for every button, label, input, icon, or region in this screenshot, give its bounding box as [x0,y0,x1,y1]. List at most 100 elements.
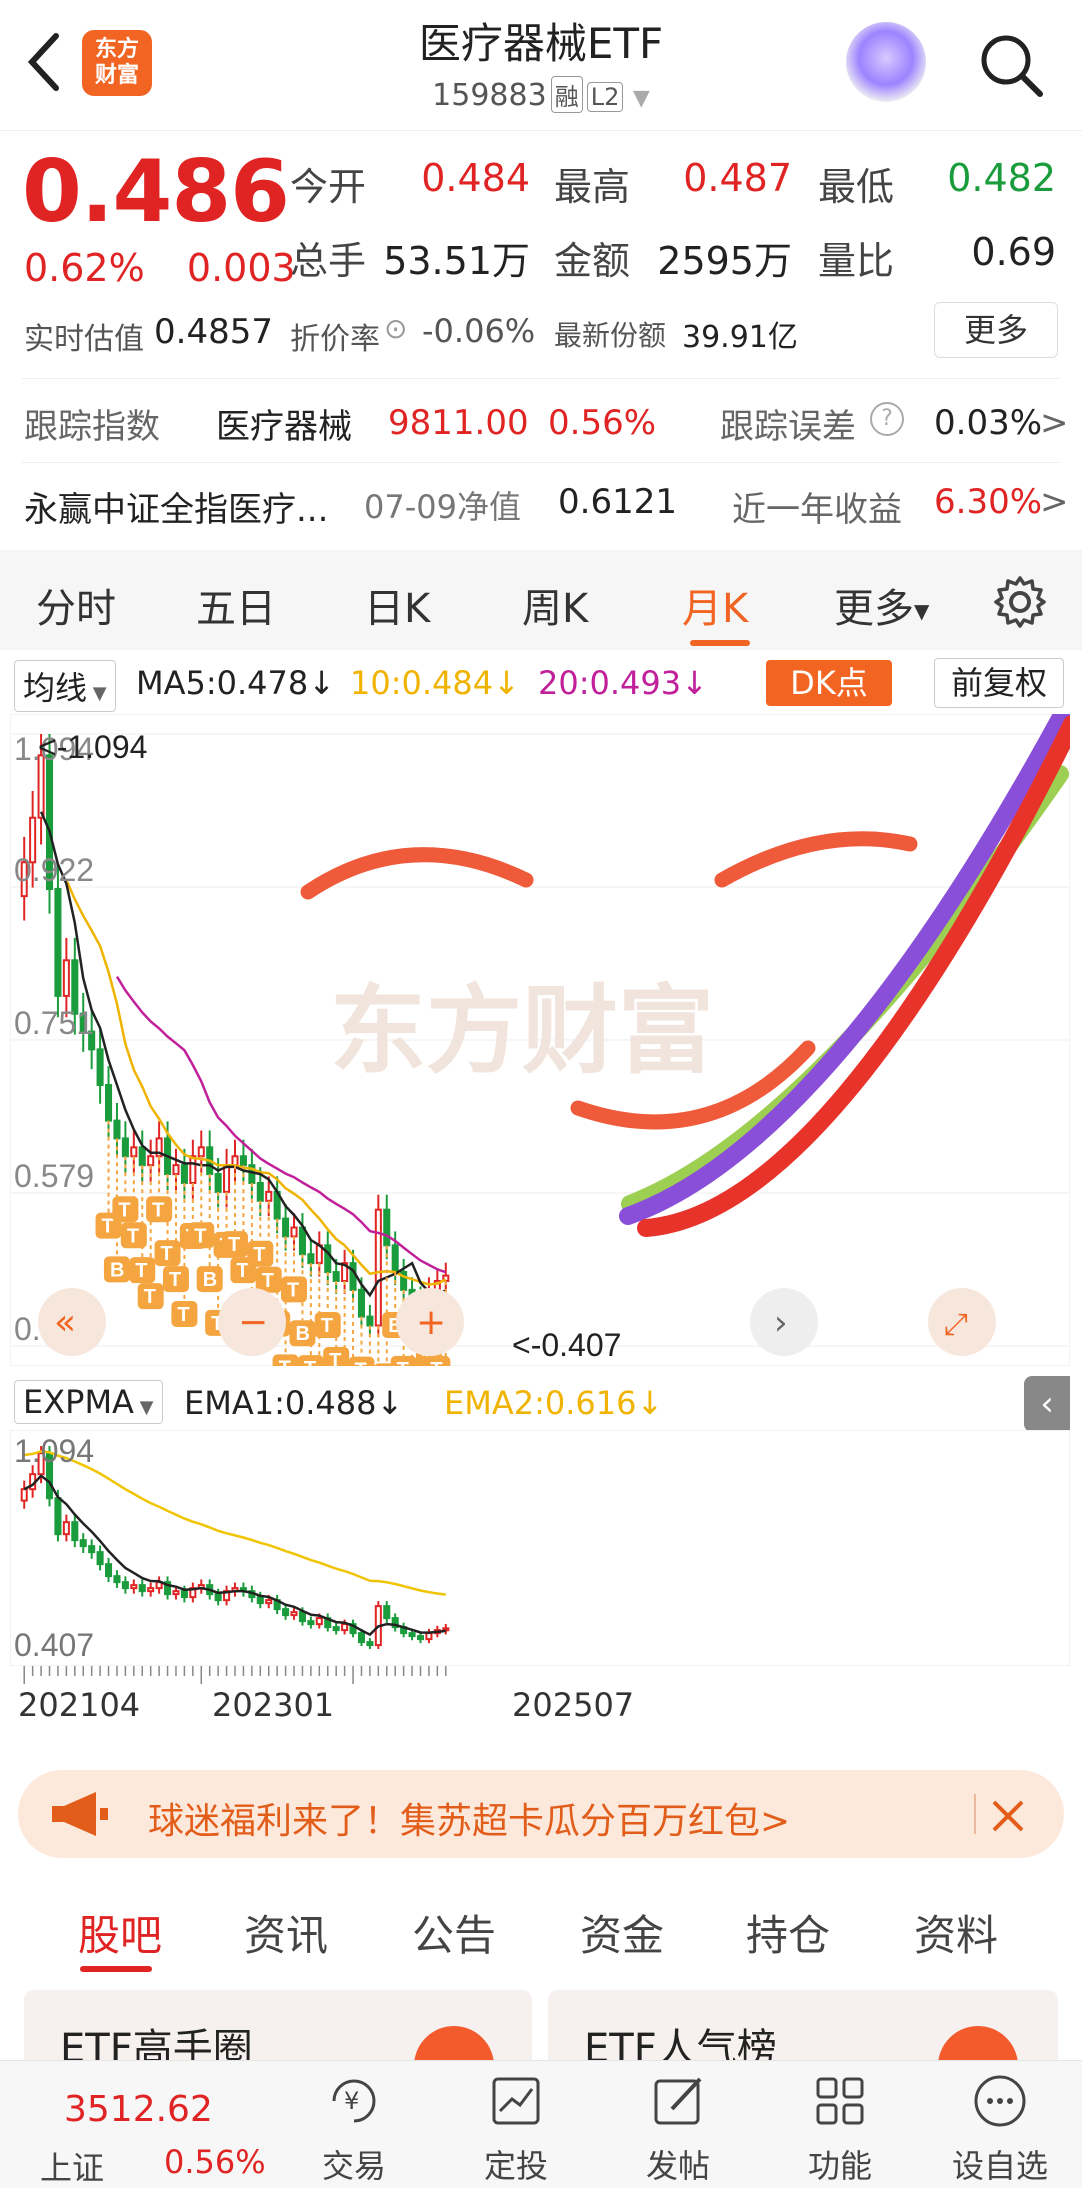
nav-value: 0.6121 [558,482,677,522]
close-icon[interactable] [988,1796,1028,1836]
etf-expert-card[interactable]: ETF高手圈 [24,1990,532,2106]
tab-announcements[interactable]: 公告 [412,1902,496,1963]
adjust-mode-button[interactable]: 前复权 [934,658,1064,708]
ma10-value: 10:0.484↓ [350,664,520,702]
svg-text:+: + [416,1302,446,1343]
candle-body [180,1164,188,1184]
nav-auto-invest[interactable]: 定投 [466,2141,566,2187]
candle-body [256,1181,264,1202]
candle-body [239,1155,247,1167]
sub-candle-body [121,1581,129,1590]
sub-candle-body [290,1611,298,1617]
more-dots-icon[interactable] [968,2069,1032,2133]
svg-text:«: « [54,1302,76,1343]
dk-point-button[interactable]: DK点 [766,660,892,706]
nav-date-label: 07-09净值 [364,488,521,526]
change-absolute: 0.003 [186,246,296,290]
help-icon[interactable]: ? [870,402,904,436]
tab-monthly-k[interactable]: 月K [682,576,748,634]
sub-candle-body [366,1641,374,1647]
auto-invest-chart-icon[interactable] [484,2069,548,2133]
tab-weekly-k[interactable]: 周K [522,576,588,634]
scroll-right-button[interactable]: › [750,1288,818,1356]
tab-daily-k[interactable]: 日K [364,576,430,634]
down-arrow-icon: ↓ [376,1384,404,1422]
sub-candle-body [357,1632,365,1644]
trade-marker-letter: T [287,1279,299,1301]
zoom-in-button[interactable]: + [396,1288,464,1356]
ma-selector[interactable]: 均线 ▼ [14,660,116,712]
sub-candle-body [425,1632,433,1641]
sub-candle-body [408,1632,416,1638]
collapse-panel-button[interactable]: ‹ [1024,1376,1070,1432]
ma10-text: 10:0.484 [350,664,494,702]
candle-body [105,1083,113,1122]
tracking-index-name: 医疗器械 [216,406,352,447]
nav-add-watchlist[interactable]: 设自选 [950,2141,1050,2187]
candle-body [113,1119,121,1140]
fund-info-row[interactable]: 永赢中证全指医疗... 07-09净值 0.6121 近一年收益 6.30% > [24,482,1069,532]
down-arrow-icon: ↓ [493,664,520,702]
tab-five-day[interactable]: 五日 [196,576,276,634]
candle-body [307,1253,315,1265]
nav-trade[interactable]: 交易 [304,2141,404,2187]
promo-text: 球迷福利来了！集苏超卡瓜分百万红包> [148,1801,791,1842]
ma20-value: 20:0.493↓ [538,664,708,702]
tracking-error-label: 跟踪误差 [720,406,856,447]
nav-functions[interactable]: 功能 [790,2141,890,2187]
tracking-index-row[interactable]: 跟踪指数 医疗器械 9811.00 0.56% 跟踪误差 ? 0.03% > [24,398,1069,448]
sub-candle-body [282,1608,290,1617]
promo-banner[interactable]: 球迷福利来了！集苏超卡瓜分百万红包> [18,1770,1064,1858]
etf-popularity-card[interactable]: ETF人气榜 [548,1990,1058,2106]
post-edit-icon[interactable] [646,2069,710,2133]
trade-marker-letter: T [161,1243,173,1265]
settings-gear-icon[interactable] [992,574,1048,630]
shanghai-index-value[interactable]: 3512.62 [64,2089,213,2130]
indicator-selector[interactable]: EXPMA ▼ [14,1380,163,1424]
chevron-right-icon: > [1040,403,1069,443]
scroll-left-button[interactable]: « [38,1288,106,1356]
info-circle-icon[interactable]: ⊙ [384,312,407,345]
candle-body [223,1164,231,1193]
tab-news[interactable]: 资讯 [244,1902,328,1963]
functions-grid-icon[interactable] [808,2069,872,2133]
expma-chart[interactable]: 1.094 0.407 [10,1430,1070,1666]
tab-holdings[interactable]: 持仓 [746,1902,830,1963]
caret-down-icon: ▼ [914,599,930,623]
high-label: 最高 [554,165,631,209]
tab-more[interactable]: 更多▼ [834,576,929,634]
last-price: 0.486 [22,142,290,242]
candle-body [172,1164,180,1176]
more-quote-button[interactable]: 更多 [934,302,1058,358]
iopv-label: 实时估值 [24,322,144,357]
svg-text:−: − [238,1302,268,1343]
sub-candle-body [315,1617,323,1626]
trade-marker-letter: T [194,1225,206,1247]
high-value: 0.487 [683,156,792,200]
tracking-error-value: 0.03% [934,403,1043,443]
sub-candle-body [180,1590,188,1599]
indicator-selector-label: EXPMA [23,1383,134,1421]
sub-candle-body [88,1545,96,1554]
amount-value: 2595万 [657,239,792,283]
y-tick-label: 0.922 [14,852,94,888]
zoom-out-button[interactable]: − [218,1288,286,1356]
trade-marker-letter: T [177,1304,189,1326]
svg-text:⤢: ⤢ [944,1307,968,1342]
tab-profile[interactable]: 资料 [914,1902,998,1963]
iopv-value: 0.4857 [154,312,273,352]
search-icon[interactable] [976,30,1046,100]
sub-candle-body [71,1521,79,1542]
k-line-chart[interactable]: 东方财富 TBTTTTTTTTTTBTTTTTTTTTTBTTTTTTTTTTB… [10,714,1070,1366]
tab-intraday[interactable]: 分时 [36,576,116,634]
ma20-text: 20:0.493 [538,664,682,702]
trade-yen-icon[interactable]: ¥ [322,2069,386,2133]
nav-post[interactable]: 发帖 [628,2141,728,2187]
robot-assistant-avatar[interactable] [846,22,926,102]
shares-label: 最新份额 [554,319,667,352]
tab-guba[interactable]: 股吧 [78,1902,162,1963]
candle-body [332,1271,340,1282]
fullscreen-button[interactable]: ⤢ [928,1288,996,1356]
candle-body [197,1146,205,1158]
tab-funds[interactable]: 资金 [580,1902,664,1963]
